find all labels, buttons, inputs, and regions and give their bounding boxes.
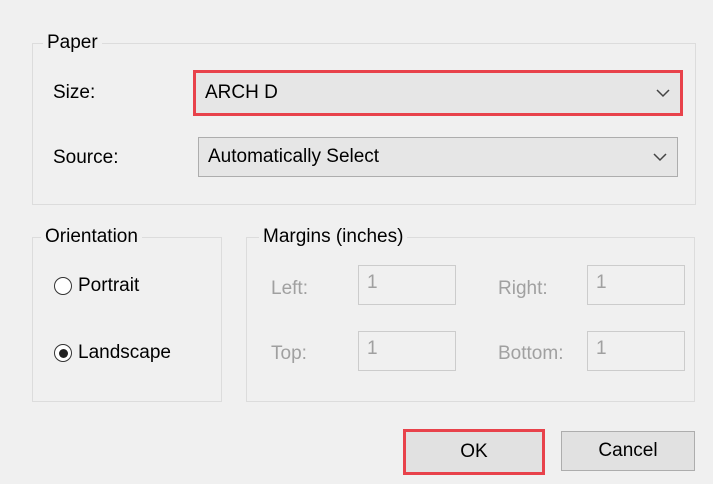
size-dropdown-value: ARCH D	[205, 82, 278, 103]
size-dropdown[interactable]: ARCH D	[193, 70, 683, 116]
landscape-label: Landscape	[78, 342, 171, 363]
ok-button[interactable]: OK	[403, 429, 545, 475]
landscape-radio[interactable]: Landscape	[54, 342, 171, 364]
portrait-radio[interactable]: Portrait	[54, 275, 139, 297]
source-dropdown-value: Automatically Select	[208, 146, 380, 167]
top-margin-input[interactable]: 1	[358, 331, 456, 371]
paper-group-title: Paper	[43, 32, 102, 54]
source-dropdown[interactable]: Automatically Select	[198, 137, 678, 177]
right-margin-input[interactable]: 1	[587, 265, 685, 305]
cancel-button[interactable]: Cancel	[561, 431, 695, 471]
paper-group: Paper	[32, 32, 696, 205]
chevron-down-icon	[643, 138, 677, 176]
radio-unchecked-icon	[54, 277, 72, 295]
chevron-down-icon	[646, 73, 680, 113]
radio-checked-icon	[54, 344, 72, 362]
bottom-margin-input[interactable]: 1	[587, 331, 685, 371]
margins-group-title: Margins (inches)	[259, 226, 408, 248]
right-label: Right:	[498, 278, 548, 299]
left-label: Left:	[271, 278, 308, 299]
margins-group: Margins (inches)	[246, 226, 695, 402]
bottom-label: Bottom:	[498, 343, 564, 364]
orientation-group: Orientation	[32, 226, 222, 402]
left-margin-input[interactable]: 1	[358, 265, 456, 305]
portrait-label: Portrait	[78, 275, 140, 296]
orientation-group-title: Orientation	[41, 226, 142, 248]
top-label: Top:	[271, 343, 307, 364]
size-label: Size:	[53, 82, 96, 103]
source-label: Source:	[53, 147, 119, 168]
